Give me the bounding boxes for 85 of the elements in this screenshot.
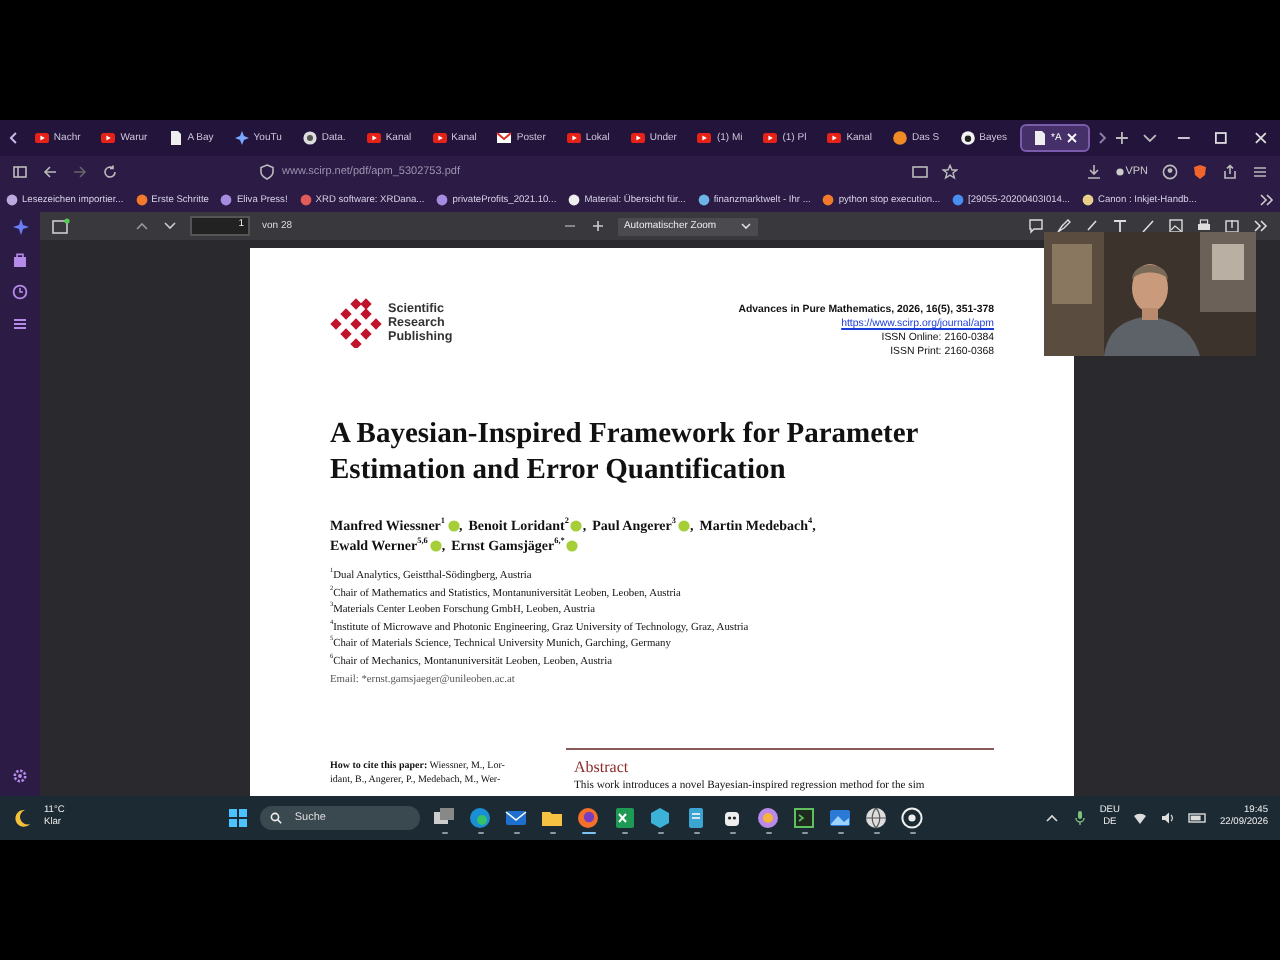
document-icon: [1031, 130, 1048, 146]
reader-icon[interactable]: [911, 164, 928, 180]
bag-icon[interactable]: [12, 252, 28, 268]
robot-icon[interactable]: [720, 806, 745, 830]
logo-icon: [330, 296, 382, 348]
mail-icon[interactable]: [504, 806, 529, 830]
play-icon: [826, 130, 843, 146]
bookmark-icon: [1081, 194, 1094, 206]
spreadsheet-icon[interactable]: [612, 806, 637, 830]
folder-icon[interactable]: [540, 806, 565, 830]
settings-icon[interactable]: [12, 768, 28, 784]
search-icon: [270, 812, 283, 824]
chevron-up-icon[interactable]: [1043, 810, 1060, 826]
document-icon: [167, 130, 184, 146]
task-view-icon[interactable]: [432, 806, 457, 830]
speaker-icon[interactable]: [1159, 810, 1176, 826]
bookmark-icon: [568, 194, 581, 206]
chevron-right-icon[interactable]: [1093, 130, 1110, 146]
caret-icon: [740, 220, 753, 232]
star-icon[interactable]: [11, 218, 29, 236]
camera-icon[interactable]: [900, 806, 925, 830]
sidebar-toggle-icon[interactable]: [12, 164, 28, 180]
chevron-down-icon[interactable]: [1137, 130, 1162, 146]
bookmark-icon: [822, 194, 835, 206]
back-icon[interactable]: [42, 164, 58, 180]
comment-icon[interactable]: [1028, 218, 1044, 234]
share-icon[interactable]: [1222, 164, 1238, 180]
microphone-icon[interactable]: [1071, 810, 1088, 826]
close-icon[interactable]: [1065, 132, 1078, 144]
paper-title: A Bayesian-Inspired Framework for Parameter Estimation and Error Quantification: [330, 416, 920, 488]
bookmark-icon: [220, 194, 233, 206]
circle-icon: [891, 130, 908, 146]
zoom-in-icon[interactable]: [589, 218, 606, 234]
play-icon: [33, 130, 50, 146]
wifi-icon[interactable]: [1131, 810, 1148, 826]
text-icon[interactable]: [1112, 218, 1128, 234]
bookmark-icon: [952, 194, 965, 206]
globe-icon[interactable]: [864, 806, 889, 830]
play-icon: [565, 130, 582, 146]
notebook-icon[interactable]: [684, 806, 709, 830]
up-icon[interactable]: [134, 218, 150, 234]
play-icon: [100, 130, 117, 146]
ring-icon: [301, 130, 318, 146]
play-icon: [629, 130, 646, 146]
double-chevron-icon[interactable]: [1258, 192, 1274, 208]
battery-icon[interactable]: [1187, 810, 1208, 826]
star-icon[interactable]: [941, 164, 958, 180]
windows-icon[interactable]: [228, 808, 249, 828]
mail-icon: [496, 130, 513, 146]
terminal-icon[interactable]: [792, 806, 817, 830]
play-icon: [696, 130, 713, 146]
abstract-heading: Abstract: [574, 758, 631, 779]
play-icon: [431, 130, 448, 146]
photos-icon[interactable]: [828, 806, 853, 830]
down-icon[interactable]: [162, 218, 178, 234]
forward-icon[interactable]: [72, 164, 88, 180]
plus-icon[interactable]: [1113, 130, 1130, 146]
play-icon: [762, 130, 779, 146]
save-icon[interactable]: [1224, 218, 1240, 234]
chevron-left-icon[interactable]: [6, 130, 22, 146]
print-icon[interactable]: [1196, 218, 1212, 234]
bookmark-icon: [135, 194, 148, 206]
play-icon: [365, 130, 382, 146]
image-icon[interactable]: [1168, 218, 1184, 234]
sparkle-icon: [233, 130, 250, 146]
bookmark-icon: [6, 194, 18, 206]
bookmark-icon: [436, 194, 449, 206]
account-icon[interactable]: [1162, 164, 1178, 180]
circle-icon: [959, 130, 976, 146]
list-icon[interactable]: [12, 316, 28, 332]
menu-icon[interactable]: [1252, 164, 1268, 180]
bookmark-icon: [697, 194, 710, 206]
orb-icon[interactable]: [756, 806, 781, 830]
shield-icon: [260, 164, 274, 180]
hexagon-icon[interactable]: [648, 806, 673, 830]
moon-icon[interactable]: [12, 808, 32, 828]
fox-icon[interactable]: [576, 806, 601, 830]
bookmark-icon: [299, 194, 312, 206]
sidebar-icon[interactable]: [52, 218, 70, 234]
clock-icon[interactable]: [12, 284, 28, 300]
browser-icon[interactable]: [468, 806, 493, 830]
reload-icon[interactable]: [102, 164, 118, 180]
dot-icon: [1115, 168, 1124, 176]
double-chevron-icon[interactable]: [1252, 218, 1268, 234]
download-icon[interactable]: [1085, 164, 1102, 180]
